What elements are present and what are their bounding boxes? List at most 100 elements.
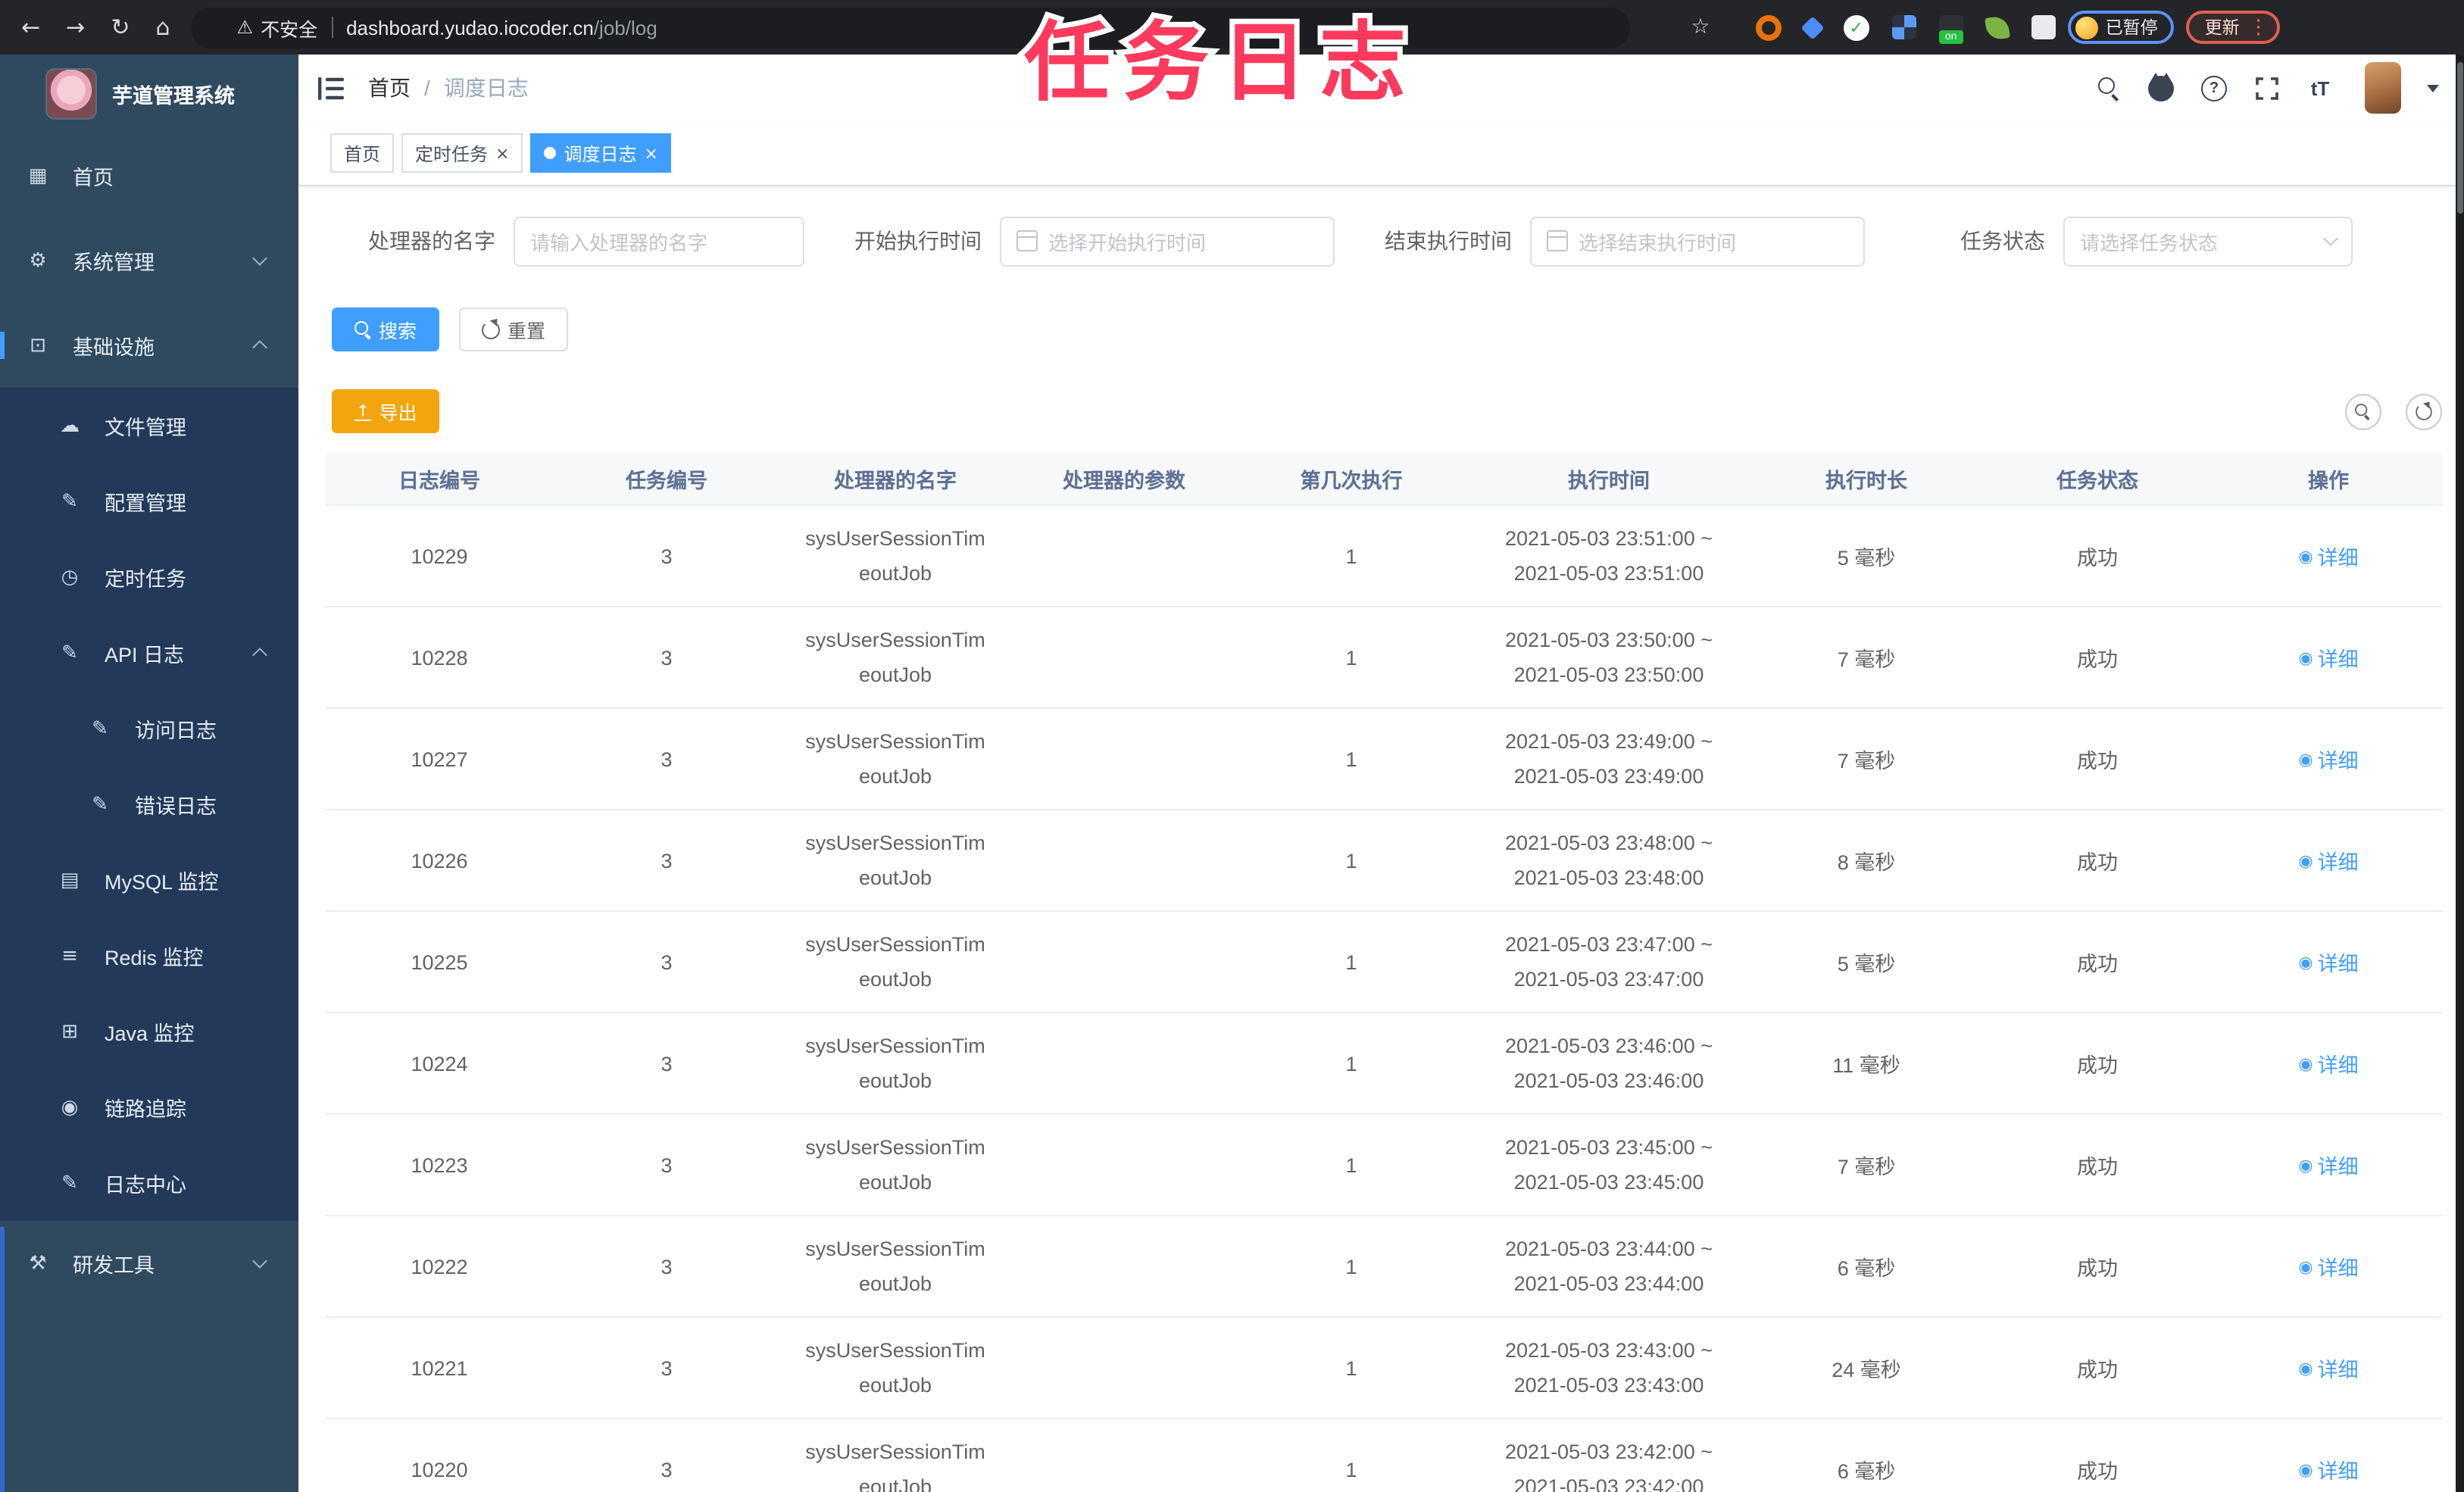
sidebar-item-infrastructure[interactable]: ⊡ 基础设施: [0, 303, 298, 388]
sidebar-item-access-log[interactable]: ✎ 访问日志: [0, 691, 298, 766]
cell-actions: ◉ 详细: [2215, 505, 2442, 607]
detail-link[interactable]: ◉ 详细: [2298, 1150, 2358, 1180]
tab-home[interactable]: 首页: [330, 133, 395, 173]
breadcrumb-home[interactable]: 首页: [368, 73, 411, 103]
scrollbar-thumb[interactable]: [2456, 62, 2463, 214]
leaf-extension-icon[interactable]: [1984, 14, 2010, 40]
on-badge-extension-icon[interactable]: on: [1938, 15, 1963, 44]
timer-icon: ◷: [61, 566, 79, 588]
column-header: 执行时间: [1465, 453, 1753, 506]
paused-profile-badge[interactable]: 已暂停: [2067, 11, 2175, 44]
search-button[interactable]: 搜索: [332, 307, 440, 351]
font-size-icon[interactable]: tT: [2305, 73, 2335, 103]
grid-extension-icon[interactable]: [1891, 15, 1916, 39]
handler-name-input[interactable]: 请输入处理器的名字: [514, 216, 804, 266]
chevron-up-icon: [252, 648, 267, 663]
eye-icon: ◉: [2298, 1459, 2313, 1479]
green-check-extension-icon[interactable]: ✓: [1843, 14, 1869, 40]
cell-duration: 6 毫秒: [1753, 1419, 1980, 1492]
refresh-table-button[interactable]: [2405, 393, 2441, 429]
bookmark-star-icon[interactable]: ☆: [1691, 15, 1710, 39]
orange-ring-extension-icon[interactable]: [1755, 14, 1782, 40]
detail-link[interactable]: ◉ 详细: [2298, 541, 2358, 571]
close-icon[interactable]: ×: [645, 145, 658, 161]
help-icon[interactable]: ?: [2199, 73, 2229, 103]
job-status-select[interactable]: 请选择任务状态: [2063, 216, 2353, 266]
back-icon[interactable]: ←: [21, 15, 40, 39]
navbar: 首页 / 调度日志 ? tT: [298, 55, 2456, 121]
toggle-search-button[interactable]: [2344, 393, 2381, 429]
select-placeholder: 请选择任务状态: [2080, 231, 2219, 254]
cell-job-id: 3: [553, 505, 780, 607]
sidebar-item-label: 访问日志: [135, 719, 217, 742]
blue-gem-extension-icon[interactable]: [1800, 15, 1825, 39]
sidebar-item-redis-monitor[interactable]: ≡ Redis 监控: [0, 918, 298, 994]
cell-duration: 11 毫秒: [1753, 1013, 1980, 1115]
log-icon: ✎: [61, 1172, 78, 1194]
filter-label: 处理器的名字: [368, 229, 495, 253]
reset-button[interactable]: 重置: [459, 307, 569, 351]
table-toolbar-right: [2344, 393, 2441, 429]
sidebar-item-trace[interactable]: ◉ 链路追踪: [0, 1069, 298, 1145]
tab-job-log[interactable]: 调度日志 ×: [530, 133, 672, 173]
search-icon[interactable]: [2093, 73, 2123, 103]
search-button-label: 搜索: [379, 321, 417, 342]
fullscreen-icon[interactable]: [2252, 73, 2282, 103]
eye-icon: ◉: [2298, 952, 2313, 972]
puzzle-extension-icon[interactable]: [2031, 15, 2056, 39]
address-bar[interactable]: ⚠ 不安全 dashboard.yudao.iocoder.cn/job/log: [191, 7, 1631, 48]
start-time-date-input[interactable]: 选择开始执行时间: [1000, 216, 1335, 266]
detail-link[interactable]: ◉ 详细: [2298, 947, 2358, 977]
detail-link[interactable]: ◉ 详细: [2298, 744, 2358, 774]
table-toolbar: ↑ 导出: [298, 389, 2456, 433]
breadcrumb-separator: /: [424, 76, 430, 100]
sidebar-item-error-log[interactable]: ✎ 错误日志: [0, 766, 298, 842]
sidebar-item-label: 首页: [73, 167, 114, 189]
cell-exec-time: 2021-05-03 23:50:00 ~2021-05-03 23:50:00: [1465, 607, 1753, 709]
filter-start-time: 开始执行时间 选择开始执行时间: [804, 216, 1335, 266]
table-row: 10221 3 sysUserSessionTim eoutJob 1 2021-05-0…: [326, 1317, 2442, 1419]
eye-icon: ◉: [2298, 1155, 2313, 1175]
hamburger-icon[interactable]: [318, 76, 344, 99]
detail-link[interactable]: ◉ 详细: [2298, 845, 2358, 876]
sidebar-item-api-log[interactable]: ✎ API 日志: [0, 615, 298, 691]
detail-link[interactable]: ◉ 详细: [2298, 1353, 2358, 1383]
detail-link[interactable]: ◉ 详细: [2298, 1454, 2358, 1484]
home-icon[interactable]: ⌂: [155, 15, 170, 39]
sidebar-item-mysql-monitor[interactable]: ▤ MySQL 监控: [0, 842, 298, 918]
detail-link[interactable]: ◉ 详细: [2298, 1048, 2358, 1078]
cell-param: [1010, 911, 1238, 1013]
cell-status: 成功: [1980, 1013, 2215, 1115]
column-header: 第几次执行: [1238, 453, 1465, 506]
tab-scheduled-jobs[interactable]: 定时任务 ×: [401, 133, 523, 173]
sidebar-item-system-management[interactable]: ⚙ 系统管理: [0, 218, 298, 303]
sidebar-item-log-center[interactable]: ✎ 日志中心: [0, 1145, 298, 1221]
sidebar-item-file-management[interactable]: ☁ 文件管理: [0, 388, 298, 464]
screen: ← → ↻ ⌂ ⚠ 不安全 dashboard.yudao.iocoder.cn…: [0, 0, 2464, 1492]
cell-round: 1: [1238, 1216, 1465, 1318]
sidebar-item-dev-tools[interactable]: ⚒ 研发工具: [0, 1221, 298, 1306]
caret-down-icon[interactable]: [2426, 84, 2438, 92]
reload-icon[interactable]: ↻: [111, 15, 130, 39]
sidebar-item-scheduled-jobs[interactable]: ◷ 定时任务: [0, 539, 298, 615]
sidebar-item-java-monitor[interactable]: ⊞ Java 监控: [0, 994, 298, 1069]
detail-link[interactable]: ◉ 详细: [2298, 1251, 2358, 1281]
sidebar-item-home[interactable]: ▦ 首页: [0, 133, 298, 218]
page-content: 处理器的名字 请输入处理器的名字 开始执行时间 选择开始执行时间 结束执行时间 …: [298, 186, 2456, 1492]
edit-icon: ✎: [92, 717, 108, 740]
close-icon[interactable]: ×: [495, 145, 509, 161]
scrollbar[interactable]: [2456, 55, 2464, 1492]
chevron-up-icon: [252, 340, 267, 355]
export-button[interactable]: ↑ 导出: [332, 389, 440, 433]
export-icon: ↑: [354, 401, 372, 420]
browser-menu-icon[interactable]: ⋮: [2249, 17, 2269, 37]
sidebar-item-config-management[interactable]: ✎ 配置管理: [0, 464, 298, 539]
forward-icon[interactable]: →: [66, 15, 85, 39]
end-time-date-input[interactable]: 选择结束执行时间: [1530, 216, 1865, 266]
cell-duration: 5 毫秒: [1753, 505, 1980, 607]
github-icon[interactable]: [2146, 72, 2176, 103]
avatar[interactable]: [2364, 62, 2400, 114]
cell-handler: sysUserSessionTim eoutJob: [780, 607, 1010, 709]
browser-update-button[interactable]: 更新 ⋮: [2186, 11, 2281, 44]
detail-link[interactable]: ◉ 详细: [2298, 642, 2358, 673]
